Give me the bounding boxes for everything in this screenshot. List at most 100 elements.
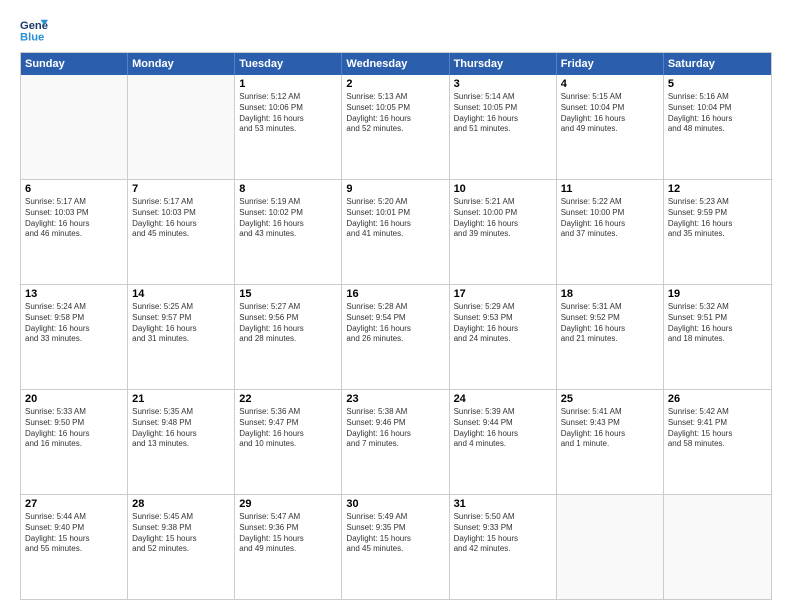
calendar-header-saturday: Saturday bbox=[664, 53, 771, 75]
day-info: Sunrise: 5:41 AM Sunset: 9:43 PM Dayligh… bbox=[561, 407, 659, 450]
day-info: Sunrise: 5:20 AM Sunset: 10:01 PM Daylig… bbox=[346, 197, 444, 240]
day-number: 7 bbox=[132, 183, 230, 195]
day-number: 27 bbox=[25, 498, 123, 510]
day-info: Sunrise: 5:36 AM Sunset: 9:47 PM Dayligh… bbox=[239, 407, 337, 450]
calendar-day-24: 24Sunrise: 5:39 AM Sunset: 9:44 PM Dayli… bbox=[450, 390, 557, 494]
calendar-day-18: 18 Sunrise: 5:31 AM Sunset: 9:52 PM Dayli… bbox=[557, 285, 664, 389]
calendar-day-3: 3 Sunrise: 5:14 AM Sunset: 10:05 PM Dayli… bbox=[450, 75, 557, 179]
day-info: Sunrise: 5:23 AM Sunset: 9:59 PM Dayligh… bbox=[668, 197, 767, 240]
day-number: 28 bbox=[132, 498, 230, 510]
calendar-header-thursday: Thursday bbox=[450, 53, 557, 75]
day-number: 26 bbox=[668, 393, 767, 405]
logo-icon: General Blue bbox=[20, 16, 48, 44]
day-info: Sunrise: 5:35 AM Sunset: 9:48 PM Dayligh… bbox=[132, 407, 230, 450]
day-info: Sunrise: 5:29 AM Sunset: 9:53 PM Dayligh… bbox=[454, 302, 552, 345]
day-info: Sunrise: 5:44 AM Sunset: 9:40 PM Dayligh… bbox=[25, 512, 123, 555]
calendar-day-27: 27 Sunrise: 5:44 AM Sunset: 9:40 PM Dayli… bbox=[21, 495, 128, 599]
day-number: 6 bbox=[25, 183, 123, 195]
calendar-day-11: 11Sunrise: 5:22 AM Sunset: 10:00 PM Dayl… bbox=[557, 180, 664, 284]
calendar-week-2: 6 Sunrise: 5:17 AM Sunset: 10:03 PM Dayli… bbox=[21, 179, 771, 284]
day-number: 16 bbox=[346, 288, 444, 300]
day-number: 17 bbox=[454, 288, 552, 300]
day-info: Sunrise: 5:50 AM Sunset: 9:33 PM Dayligh… bbox=[454, 512, 552, 555]
day-number: 23 bbox=[346, 393, 444, 405]
calendar-empty-cell bbox=[21, 75, 128, 179]
day-number: 18 bbox=[561, 288, 659, 300]
calendar-day-10: 10Sunrise: 5:21 AM Sunset: 10:00 PM Dayl… bbox=[450, 180, 557, 284]
calendar-week-3: 13 Sunrise: 5:24 AM Sunset: 9:58 PM Dayli… bbox=[21, 284, 771, 389]
calendar-day-12: 12 Sunrise: 5:23 AM Sunset: 9:59 PM Dayli… bbox=[664, 180, 771, 284]
day-number: 13 bbox=[25, 288, 123, 300]
calendar-empty-cell bbox=[128, 75, 235, 179]
day-info: Sunrise: 5:49 AM Sunset: 9:35 PM Dayligh… bbox=[346, 512, 444, 555]
day-number: 14 bbox=[132, 288, 230, 300]
day-number: 8 bbox=[239, 183, 337, 195]
day-number: 25 bbox=[561, 393, 659, 405]
calendar-day-19: 19Sunrise: 5:32 AM Sunset: 9:51 PM Dayli… bbox=[664, 285, 771, 389]
calendar-day-7: 7 Sunrise: 5:17 AM Sunset: 10:03 PM Dayli… bbox=[128, 180, 235, 284]
svg-text:Blue: Blue bbox=[20, 31, 44, 43]
calendar-day-31: 31Sunrise: 5:50 AM Sunset: 9:33 PM Dayli… bbox=[450, 495, 557, 599]
calendar-day-23: 23 Sunrise: 5:38 AM Sunset: 9:46 PM Dayli… bbox=[342, 390, 449, 494]
day-number: 19 bbox=[668, 288, 767, 300]
calendar-day-26: 26 Sunrise: 5:42 AM Sunset: 9:41 PM Dayli… bbox=[664, 390, 771, 494]
calendar-day-4: 4 Sunrise: 5:15 AM Sunset: 10:04 PM Dayli… bbox=[557, 75, 664, 179]
day-info: Sunrise: 5:42 AM Sunset: 9:41 PM Dayligh… bbox=[668, 407, 767, 450]
day-info: Sunrise: 5:28 AM Sunset: 9:54 PM Dayligh… bbox=[346, 302, 444, 345]
day-number: 2 bbox=[346, 78, 444, 90]
calendar-header-row: SundayMondayTuesdayWednesdayThursdayFrid… bbox=[21, 53, 771, 75]
day-number: 3 bbox=[454, 78, 552, 90]
day-info: Sunrise: 5:17 AM Sunset: 10:03 PM Daylig… bbox=[25, 197, 123, 240]
day-number: 9 bbox=[346, 183, 444, 195]
calendar-day-2: 2Sunrise: 5:13 AM Sunset: 10:05 PM Dayli… bbox=[342, 75, 449, 179]
day-number: 20 bbox=[25, 393, 123, 405]
day-info: Sunrise: 5:31 AM Sunset: 9:52 PM Dayligh… bbox=[561, 302, 659, 345]
day-number: 24 bbox=[454, 393, 552, 405]
day-info: Sunrise: 5:24 AM Sunset: 9:58 PM Dayligh… bbox=[25, 302, 123, 345]
day-info: Sunrise: 5:17 AM Sunset: 10:03 PM Daylig… bbox=[132, 197, 230, 240]
day-number: 5 bbox=[668, 78, 767, 90]
calendar-day-29: 29 Sunrise: 5:47 AM Sunset: 9:36 PM Dayli… bbox=[235, 495, 342, 599]
day-info: Sunrise: 5:14 AM Sunset: 10:05 PM Daylig… bbox=[454, 92, 552, 135]
calendar-header-friday: Friday bbox=[557, 53, 664, 75]
calendar-header-tuesday: Tuesday bbox=[235, 53, 342, 75]
calendar-week-4: 20Sunrise: 5:33 AM Sunset: 9:50 PM Dayli… bbox=[21, 389, 771, 494]
calendar-day-8: 8 Sunrise: 5:19 AM Sunset: 10:02 PM Dayli… bbox=[235, 180, 342, 284]
day-number: 22 bbox=[239, 393, 337, 405]
day-info: Sunrise: 5:47 AM Sunset: 9:36 PM Dayligh… bbox=[239, 512, 337, 555]
day-info: Sunrise: 5:25 AM Sunset: 9:57 PM Dayligh… bbox=[132, 302, 230, 345]
calendar-day-28: 28Sunrise: 5:45 AM Sunset: 9:38 PM Dayli… bbox=[128, 495, 235, 599]
calendar-day-30: 30 Sunrise: 5:49 AM Sunset: 9:35 PM Dayli… bbox=[342, 495, 449, 599]
calendar-day-1: 1 Sunrise: 5:12 AM Sunset: 10:06 PM Dayli… bbox=[235, 75, 342, 179]
day-number: 1 bbox=[239, 78, 337, 90]
day-info: Sunrise: 5:27 AM Sunset: 9:56 PM Dayligh… bbox=[239, 302, 337, 345]
calendar-day-17: 17 Sunrise: 5:29 AM Sunset: 9:53 PM Dayli… bbox=[450, 285, 557, 389]
day-number: 12 bbox=[668, 183, 767, 195]
calendar-day-25: 25 Sunrise: 5:41 AM Sunset: 9:43 PM Dayli… bbox=[557, 390, 664, 494]
page: General Blue SundayMondayTuesdayWednesda… bbox=[0, 0, 792, 612]
calendar-header-sunday: Sunday bbox=[21, 53, 128, 75]
day-number: 30 bbox=[346, 498, 444, 510]
calendar-day-16: 16 Sunrise: 5:28 AM Sunset: 9:54 PM Dayli… bbox=[342, 285, 449, 389]
calendar-week-5: 27 Sunrise: 5:44 AM Sunset: 9:40 PM Dayli… bbox=[21, 494, 771, 599]
day-number: 10 bbox=[454, 183, 552, 195]
calendar-day-6: 6 Sunrise: 5:17 AM Sunset: 10:03 PM Dayli… bbox=[21, 180, 128, 284]
day-number: 4 bbox=[561, 78, 659, 90]
calendar-header-monday: Monday bbox=[128, 53, 235, 75]
calendar-day-14: 14 Sunrise: 5:25 AM Sunset: 9:57 PM Dayli… bbox=[128, 285, 235, 389]
header: General Blue bbox=[20, 16, 772, 44]
logo: General Blue bbox=[20, 16, 52, 44]
calendar-header-wednesday: Wednesday bbox=[342, 53, 449, 75]
day-number: 21 bbox=[132, 393, 230, 405]
day-number: 15 bbox=[239, 288, 337, 300]
day-info: Sunrise: 5:38 AM Sunset: 9:46 PM Dayligh… bbox=[346, 407, 444, 450]
day-info: Sunrise: 5:12 AM Sunset: 10:06 PM Daylig… bbox=[239, 92, 337, 135]
calendar-week-1: 1 Sunrise: 5:12 AM Sunset: 10:06 PM Dayli… bbox=[21, 75, 771, 179]
day-info: Sunrise: 5:15 AM Sunset: 10:04 PM Daylig… bbox=[561, 92, 659, 135]
day-info: Sunrise: 5:19 AM Sunset: 10:02 PM Daylig… bbox=[239, 197, 337, 240]
calendar-day-21: 21 Sunrise: 5:35 AM Sunset: 9:48 PM Dayli… bbox=[128, 390, 235, 494]
day-info: Sunrise: 5:16 AM Sunset: 10:04 PM Daylig… bbox=[668, 92, 767, 135]
calendar-day-5: 5 Sunrise: 5:16 AM Sunset: 10:04 PM Dayli… bbox=[664, 75, 771, 179]
day-number: 29 bbox=[239, 498, 337, 510]
calendar-day-13: 13 Sunrise: 5:24 AM Sunset: 9:58 PM Dayli… bbox=[21, 285, 128, 389]
